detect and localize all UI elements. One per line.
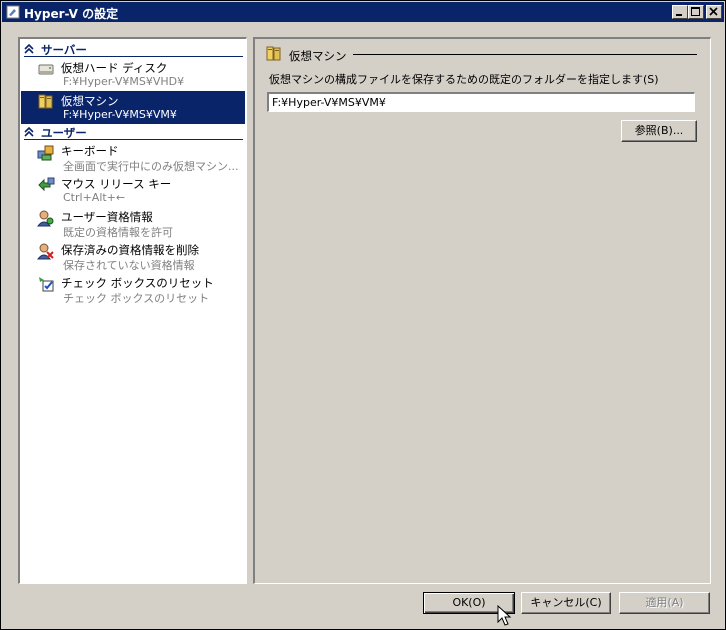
window-title: Hyper-V の設定 bbox=[24, 7, 119, 21]
nav-item-value: 既定の資格情報を許可 bbox=[63, 226, 173, 239]
section-divider bbox=[24, 139, 243, 140]
nav-item-virtual-hard-disk[interactable]: 仮想ハード ディスク F:¥Hyper-V¥MS¥VHD¥ bbox=[21, 58, 245, 91]
checkbox-reset-icon bbox=[39, 277, 54, 292]
close-icon bbox=[709, 7, 718, 16]
nav-item-label: チェック ボックスのリセット bbox=[61, 276, 214, 290]
nav-item-keyboard[interactable]: キーボード 全画面で実行中にのみ仮想マシン... bbox=[21, 141, 245, 174]
settings-app-icon bbox=[6, 5, 20, 19]
nav-item-label: キーボード bbox=[61, 144, 119, 158]
delete-credentials-icon bbox=[37, 243, 54, 260]
group-divider bbox=[353, 54, 697, 55]
nav-item-user-credentials[interactable]: ユーザー資格情報 既定の資格情報を許可 bbox=[21, 207, 245, 240]
nav-item-delete-saved-credentials[interactable]: 保存済みの資格情報を削除 保存されていない資格情報 bbox=[21, 240, 245, 273]
maximize-icon bbox=[691, 7, 700, 16]
folder-description: 仮想マシンの構成ファイルを保存するための既定のフォルダーを指定します(S) bbox=[269, 73, 659, 86]
nav-item-label: ユーザー資格情報 bbox=[61, 210, 153, 224]
nav-item-mouse-release-key[interactable]: マウス リリース キー Ctrl+Alt+← bbox=[21, 174, 245, 207]
nav-item-virtual-machine[interactable]: 仮想マシン F:¥Hyper-V¥MS¥VM¥ bbox=[21, 91, 245, 124]
section-header-user[interactable]: ユーザー bbox=[22, 124, 245, 140]
user-credentials-icon bbox=[37, 210, 54, 227]
nav-item-value: F:¥Hyper-V¥MS¥VHD¥ bbox=[63, 75, 185, 88]
section-divider bbox=[24, 56, 243, 57]
group-header: 仮想マシン bbox=[265, 45, 697, 63]
collapse-chevron-icon bbox=[24, 44, 34, 54]
section-header-server[interactable]: サーバー bbox=[22, 41, 245, 57]
maximize-button[interactable] bbox=[688, 5, 704, 19]
minimize-button[interactable] bbox=[672, 5, 688, 19]
minimize-icon bbox=[676, 14, 682, 16]
nav-item-label: マウス リリース キー bbox=[61, 177, 172, 191]
nav-item-reset-check-boxes[interactable]: チェック ボックスのリセット チェック ボックスのリセット bbox=[21, 273, 245, 306]
vm-folder-path-input[interactable] bbox=[267, 92, 695, 112]
nav-item-value: チェック ボックスのリセット bbox=[63, 292, 210, 305]
collapse-chevron-icon bbox=[24, 127, 34, 137]
settings-detail-panel: 仮想マシン 仮想マシンの構成ファイルを保存するための既定のフォルダーを指定します… bbox=[253, 37, 711, 584]
hard-disk-icon bbox=[38, 64, 54, 75]
title-bar[interactable]: Hyper-V の設定 bbox=[2, 2, 724, 22]
browse-button[interactable]: 参照(B)... bbox=[621, 120, 697, 142]
nav-item-label: 保存済みの資格情報を削除 bbox=[61, 243, 199, 257]
mouse-release-icon bbox=[38, 177, 55, 192]
nav-item-value: 保存されていない資格情報 bbox=[63, 259, 195, 272]
mouse-cursor-icon bbox=[497, 605, 512, 626]
cancel-button[interactable]: キャンセル(C) bbox=[521, 592, 611, 614]
nav-item-label: 仮想ハード ディスク bbox=[61, 61, 168, 75]
nav-item-value: Ctrl+Alt+← bbox=[63, 191, 126, 204]
settings-window: Hyper-V の設定 サーバー 仮想ハード ディスク F:¥Hyper-V¥M… bbox=[0, 0, 726, 630]
virtual-machine-icon bbox=[38, 94, 53, 109]
nav-item-value: F:¥Hyper-V¥MS¥VM¥ bbox=[63, 108, 177, 121]
apply-button[interactable]: 適用(A) bbox=[619, 592, 710, 614]
virtual-machine-icon bbox=[266, 46, 281, 61]
nav-item-value: 全画面で実行中にのみ仮想マシン... bbox=[63, 160, 239, 173]
nav-item-label: 仮想マシン bbox=[61, 94, 119, 108]
keyboard-icon bbox=[37, 145, 54, 161]
close-button[interactable] bbox=[706, 5, 722, 19]
settings-nav-panel: サーバー 仮想ハード ディスク F:¥Hyper-V¥MS¥VHD¥ 仮想マシン… bbox=[18, 37, 247, 584]
group-title: 仮想マシン bbox=[289, 49, 347, 63]
